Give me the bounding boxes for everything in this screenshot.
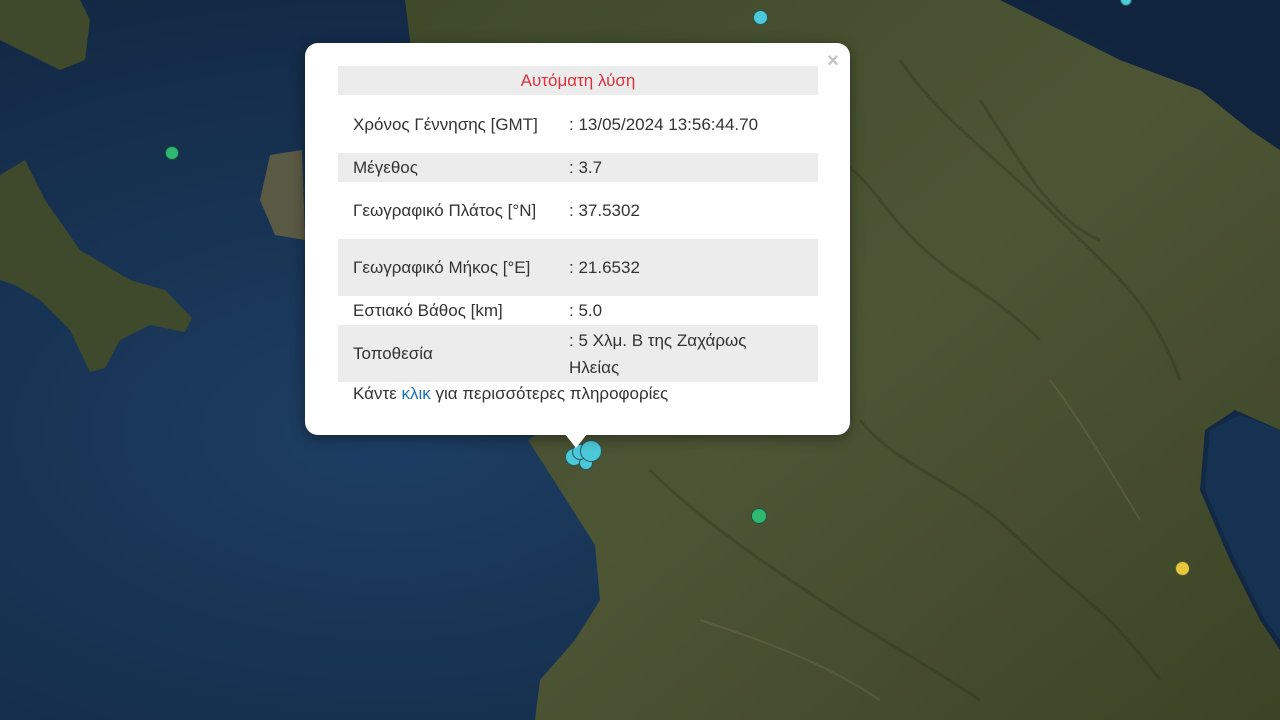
earthquake-info-table: Αυτόματη λύση Χρόνος Γέννησης [GMT] : 13… — [338, 66, 818, 382]
close-icon[interactable]: × — [822, 50, 844, 72]
table-row-latitude: Γεωγραφικό Πλάτος [°N] : 37.5302 — [338, 182, 818, 239]
location-label: Τοποθεσία — [338, 325, 553, 382]
latitude-label: Γεωγραφικό Πλάτος [°N] — [353, 201, 537, 220]
latitude-value: : 37.5302 — [569, 201, 640, 220]
popup-tip — [565, 434, 587, 448]
more-info-link[interactable]: κλικ — [401, 384, 430, 403]
magnitude-label: Μέγεθος — [338, 153, 553, 182]
table-row-longitude: Γεωγραφικό Μήκος [°E] : 21.6532 — [338, 239, 818, 296]
table-row-depth: Εστιακό Βάθος [km] : 5.0 — [338, 296, 818, 325]
more-info-prefix: Κάντε — [353, 384, 402, 403]
time-value: : 13/05/2024 13:56:44.70 — [569, 114, 759, 134]
marker-green[interactable] — [751, 508, 767, 524]
solution-title: Αυτόματη λύση — [338, 66, 818, 95]
table-title-row: Αυτόματη λύση — [338, 66, 818, 95]
time-label: Χρόνος Γέννησης [GMT] — [353, 114, 538, 134]
longitude-label: Γεωγραφικό Μήκος [°E] — [338, 239, 553, 296]
more-info-line: Κάντε κλικ για περισσότερες πληροφορίες — [353, 384, 668, 404]
more-info-suffix: για περισσότερες πληροφορίες — [430, 384, 669, 403]
marker-cyan[interactable] — [752, 9, 768, 25]
table-row-location: Τοποθεσία : 5 Χλμ. Β της Ζαχάρως Ηλείας — [338, 325, 818, 382]
depth-label: Εστιακό Βάθος [km] — [353, 301, 503, 320]
depth-value: : 5.0 — [569, 301, 603, 320]
table-row-magnitude: Μέγεθος : 3.7 — [338, 153, 818, 182]
location-value: : 5 Χλμ. Β της Ζαχάρως Ηλείας — [553, 325, 818, 382]
longitude-value: : 21.6532 — [553, 239, 818, 296]
marker-green[interactable] — [165, 146, 179, 160]
marker-yellow[interactable] — [1174, 560, 1190, 576]
table-row-time: Χρόνος Γέννησης [GMT] : 13/05/2024 13:56… — [338, 95, 818, 153]
magnitude-value: : 3.7 — [553, 153, 818, 182]
